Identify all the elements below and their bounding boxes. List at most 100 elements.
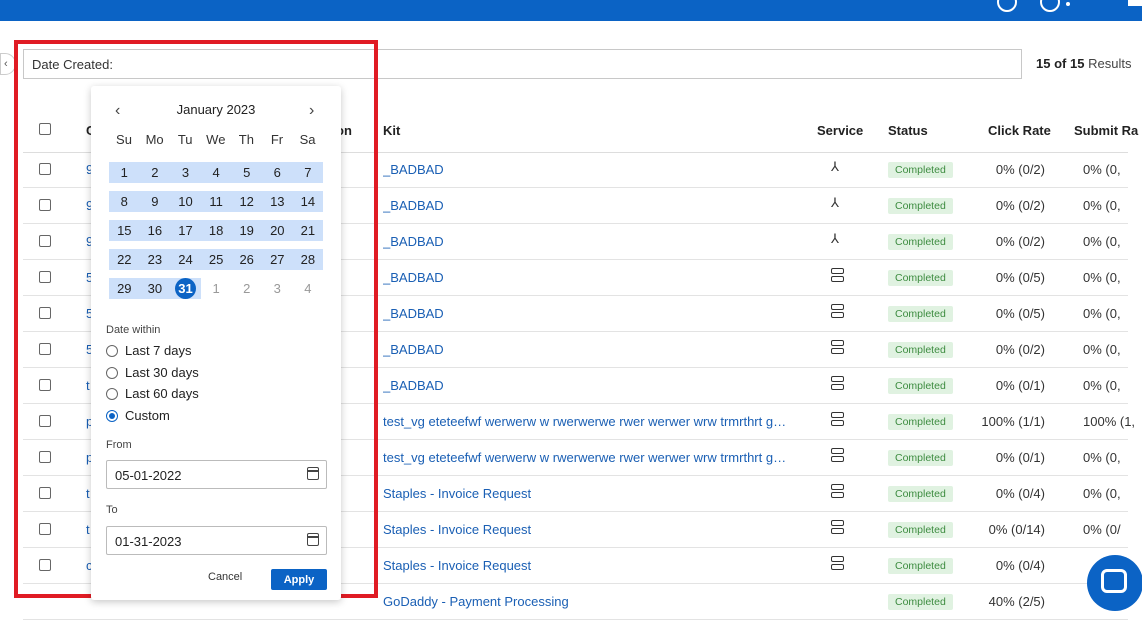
row-checkbox[interactable] [39, 451, 51, 463]
calendar-day[interactable]: 14 [292, 191, 324, 212]
from-date-input[interactable]: 05-01-2022 [106, 460, 327, 489]
to-date-input[interactable]: 01-31-2023 [106, 526, 327, 555]
row-checkbox[interactable] [39, 343, 51, 355]
calendar-day[interactable]: 19 [231, 220, 262, 241]
apply-button[interactable]: Apply [271, 569, 327, 590]
column-header-submit-rate[interactable]: Submit Ra [1074, 123, 1138, 138]
row-checkbox[interactable] [39, 559, 51, 571]
column-header-service[interactable]: Service [817, 123, 863, 138]
campaign-link[interactable]: t [86, 378, 90, 393]
calendar-day[interactable]: 26 [231, 249, 262, 270]
cancel-button[interactable]: Cancel [208, 571, 242, 583]
calendar-day[interactable]: 2 [231, 278, 262, 299]
column-header-kit[interactable]: Kit [383, 123, 400, 138]
to-date-value: 01-31-2023 [115, 534, 182, 549]
to-label: To [106, 504, 118, 516]
row-checkbox[interactable] [39, 235, 51, 247]
kit-link[interactable]: _BADBAD [383, 306, 444, 321]
row-checkbox[interactable] [39, 307, 51, 319]
campaign-link[interactable]: t [86, 522, 90, 537]
date-within-label: Date within [106, 324, 161, 336]
calendar-day[interactable]: 9 [139, 191, 171, 212]
calendar-day[interactable]: 11 [200, 191, 232, 212]
calendar-day[interactable]: 4 [200, 162, 232, 183]
date-range-option[interactable]: Last 60 days [106, 386, 199, 401]
kit-link[interactable]: Staples - Invoice Request [383, 486, 531, 501]
submit-rate-value: 0% (0, [1083, 198, 1121, 213]
kit-link[interactable]: GoDaddy - Payment Processing [383, 594, 569, 609]
calendar-day[interactable]: 7 [292, 162, 324, 183]
results-suffix: Results [1088, 56, 1132, 71]
calendar-day[interactable]: 21 [292, 220, 324, 241]
kit-link[interactable]: _BADBAD [383, 198, 444, 213]
calendar-day[interactable]: 5 [231, 162, 262, 183]
calendar-day[interactable]: 3 [170, 162, 201, 183]
column-header-click-rate[interactable]: Click Rate [988, 123, 1051, 138]
calendar-day[interactable]: 10 [170, 191, 201, 212]
calendar-day[interactable]: 18 [200, 220, 232, 241]
calendar-day[interactable]: 27 [262, 249, 293, 270]
radio-button[interactable] [106, 410, 118, 423]
row-checkbox[interactable] [39, 271, 51, 283]
kit-link[interactable]: _BADBAD [383, 234, 444, 249]
help-icon[interactable] [997, 0, 1017, 12]
row-checkbox[interactable] [39, 199, 51, 211]
kit-link[interactable]: _BADBAD [383, 270, 444, 285]
next-month-button[interactable]: › [309, 102, 314, 120]
calendar-icon[interactable] [307, 533, 319, 546]
calendar-day[interactable]: 29 [109, 278, 140, 299]
server-icon [831, 304, 845, 320]
row-checkbox[interactable] [39, 523, 51, 535]
calendar-day-selected[interactable]: 31 [170, 278, 201, 299]
click-rate-value: 0% (0/4) [995, 558, 1045, 573]
kit-link[interactable]: test_vg eteteefwf werwerw w rwerwerwe rw… [383, 414, 788, 429]
calendar-day[interactable]: 3 [262, 278, 293, 299]
column-header-status[interactable]: Status [888, 123, 928, 138]
calendar-day[interactable]: 6 [262, 162, 293, 183]
radio-button[interactable] [106, 388, 118, 401]
row-checkbox[interactable] [39, 415, 51, 427]
radio-button[interactable] [106, 366, 118, 379]
kit-link[interactable]: _BADBAD [383, 342, 444, 357]
click-rate-value: 0% (0/2) [995, 198, 1045, 213]
kit-link[interactable]: Staples - Invoice Request [383, 558, 531, 573]
date-created-filter-input[interactable]: Date Created: [23, 49, 1022, 79]
calendar-day[interactable]: 30 [139, 278, 171, 299]
calendar-month-title: January 2023 [176, 102, 256, 117]
click-rate-value: 0% (0/2) [995, 162, 1045, 177]
date-range-option[interactable]: Last 7 days [106, 343, 192, 358]
date-range-option[interactable]: Custom [106, 408, 170, 423]
collapse-sidebar-button[interactable]: ‹ [0, 53, 16, 75]
calendar-day[interactable]: 20 [262, 220, 293, 241]
row-checkbox[interactable] [39, 487, 51, 499]
calendar-day[interactable]: 28 [292, 249, 324, 270]
row-checkbox[interactable] [39, 163, 51, 175]
calendar-day[interactable]: 4 [293, 278, 324, 299]
calendar-icon[interactable] [307, 467, 319, 480]
calendar-day[interactable]: 8 [109, 191, 140, 212]
calendar-day[interactable]: 12 [231, 191, 262, 212]
kit-link[interactable]: test_vg eteteefwf werwerw w rwerwerwe rw… [383, 450, 788, 465]
calendar-day[interactable]: 17 [170, 220, 201, 241]
chat-launcher-button[interactable] [1087, 555, 1142, 611]
calendar-day[interactable]: 15 [109, 220, 140, 241]
row-checkbox[interactable] [39, 379, 51, 391]
calendar-day[interactable]: 23 [139, 249, 171, 270]
calendar-day[interactable]: 25 [200, 249, 232, 270]
calendar-day[interactable]: 16 [139, 220, 171, 241]
radio-button[interactable] [106, 345, 118, 357]
kit-link[interactable]: Staples - Invoice Request [383, 522, 531, 537]
user-icon[interactable] [1040, 0, 1060, 12]
calendar-day[interactable]: 1 [201, 278, 232, 299]
date-range-option[interactable]: Last 30 days [106, 365, 199, 380]
calendar-day[interactable]: 1 [109, 162, 140, 183]
calendar-day[interactable]: 24 [170, 249, 201, 270]
kit-link[interactable]: _BADBAD [383, 378, 444, 393]
kit-link[interactable]: _BADBAD [383, 162, 444, 177]
campaign-link[interactable]: t [86, 486, 90, 501]
calendar-day[interactable]: 13 [262, 191, 293, 212]
status-badge: Completed [888, 342, 953, 358]
calendar-day[interactable]: 2 [139, 162, 171, 183]
calendar-day[interactable]: 22 [109, 249, 140, 270]
select-all-checkbox[interactable] [39, 123, 51, 135]
